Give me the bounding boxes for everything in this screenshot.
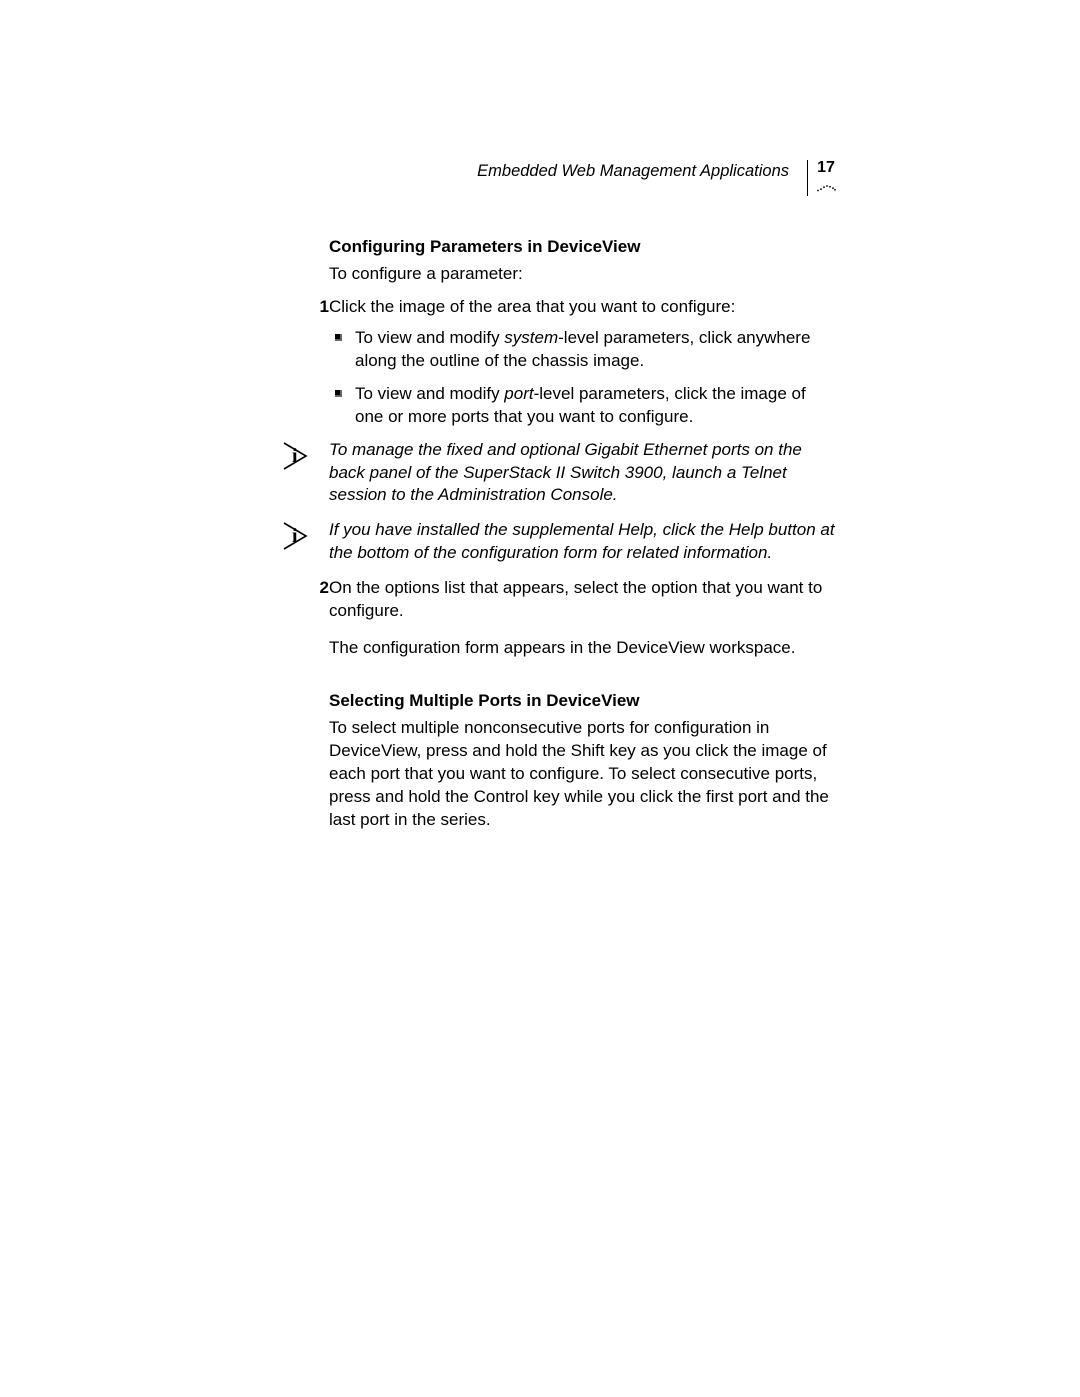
bullet-item-port: To view and modify port-level parameters… bbox=[331, 383, 837, 429]
step-number: 1 bbox=[305, 296, 329, 319]
info-icon: i bbox=[282, 439, 329, 478]
bullet-em-system: system bbox=[504, 328, 558, 347]
step-2-follow: The configuration form appears in the De… bbox=[329, 637, 837, 660]
info-note-1: i To manage the fixed and optional Gigab… bbox=[329, 439, 837, 508]
bullet-text-pre: To view and modify bbox=[355, 328, 504, 347]
dots-icon bbox=[816, 182, 836, 192]
page-header: Embedded Web Management Applications 17 bbox=[477, 160, 836, 196]
bullet-item-system: To view and modify system-level paramete… bbox=[331, 327, 837, 373]
document-page: Embedded Web Management Applications 17 … bbox=[0, 0, 1080, 1397]
step-2: 2 On the options list that appears, sele… bbox=[329, 577, 837, 660]
step-body: Click the image of the area that you wan… bbox=[329, 296, 837, 319]
section-heading-configuring: Configuring Parameters in DeviceView bbox=[329, 236, 837, 259]
bullet-em-port: port bbox=[504, 384, 533, 403]
info-note-text: To manage the fixed and optional Gigabit… bbox=[329, 439, 837, 508]
step-1: 1 Click the image of the area that you w… bbox=[329, 296, 837, 319]
bullet-text-pre: To view and modify bbox=[355, 384, 504, 403]
svg-text:i: i bbox=[292, 525, 298, 547]
page-number: 17 bbox=[817, 160, 835, 176]
svg-text:i: i bbox=[292, 445, 298, 467]
step-number: 2 bbox=[305, 577, 329, 600]
running-title: Embedded Web Management Applications bbox=[477, 160, 789, 182]
intro-paragraph: To configure a parameter: bbox=[329, 263, 837, 286]
info-note-text: If you have installed the supplemental H… bbox=[329, 519, 837, 565]
step-2-text: On the options list that appears, select… bbox=[329, 577, 837, 623]
section-heading-selecting: Selecting Multiple Ports in DeviceView bbox=[329, 690, 837, 713]
step-body: On the options list that appears, select… bbox=[329, 577, 837, 660]
content-column: Configuring Parameters in DeviceView To … bbox=[329, 236, 837, 842]
info-note-2: i If you have installed the supplemental… bbox=[329, 519, 837, 565]
selecting-paragraph: To select multiple nonconsecutive ports … bbox=[329, 717, 837, 832]
page-number-block: 17 bbox=[807, 160, 836, 196]
info-icon: i bbox=[282, 519, 329, 558]
bullet-list: To view and modify system-level paramete… bbox=[329, 327, 837, 429]
